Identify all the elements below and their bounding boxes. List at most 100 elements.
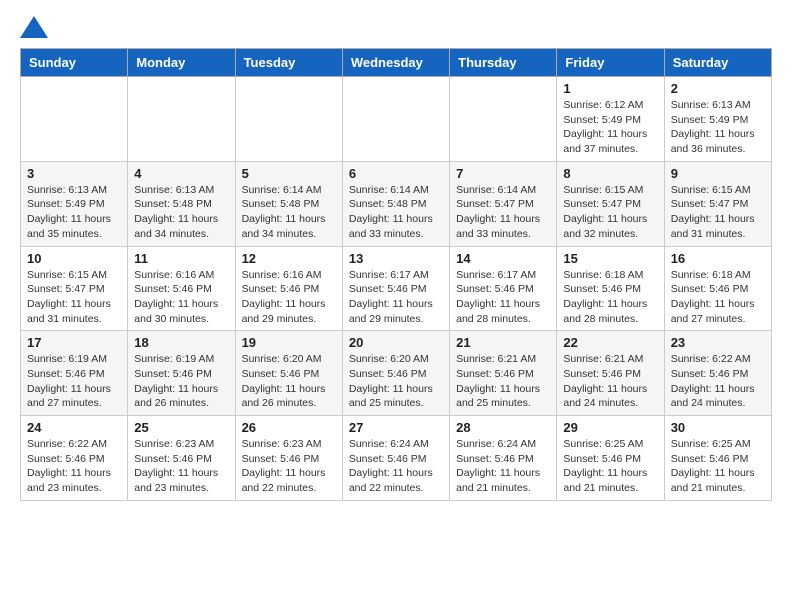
logo: [20, 16, 52, 38]
calendar-day-25: 25 Sunrise: 6:23 AM Sunset: 5:46 PM Dayli…: [128, 416, 235, 501]
calendar-day-24: 24 Sunrise: 6:22 AM Sunset: 5:46 PM Dayli…: [21, 416, 128, 501]
day-number: 1: [563, 81, 657, 96]
calendar-day-16: 16Sunrise: 6:18 AM Sunset: 5:46 PM Dayli…: [664, 246, 771, 331]
calendar-header-row: SundayMondayTuesdayWednesdayThursdayFrid…: [21, 49, 772, 77]
calendar-day-1: 1 Sunrise: 6:12 AM Sunset: 5:49 PM Daylig…: [557, 77, 664, 162]
calendar-day-30: 30 Sunrise: 6:25 AM Sunset: 5:46 PM Dayli…: [664, 416, 771, 501]
calendar-day-19: 19 Sunrise: 6:20 AM Sunset: 5:46 PM Dayli…: [235, 331, 342, 416]
day-number: 30: [671, 420, 765, 435]
day-info: Sunrise: 6:15 AM Sunset: 5:47 PM Dayligh…: [563, 183, 657, 242]
calendar-day-26: 26 Sunrise: 6:23 AM Sunset: 5:46 PM Dayli…: [235, 416, 342, 501]
day-number: 14: [456, 251, 550, 266]
day-number: 3: [27, 166, 121, 181]
day-number: 13: [349, 251, 443, 266]
day-info: Sunrise: 6:15 AM Sunset: 5:47 PM Dayligh…: [27, 268, 121, 327]
day-number: 27: [349, 420, 443, 435]
day-number: 25: [134, 420, 228, 435]
calendar-day-5: 5Sunrise: 6:14 AM Sunset: 5:48 PM Daylig…: [235, 161, 342, 246]
day-number: 18: [134, 335, 228, 350]
day-number: 6: [349, 166, 443, 181]
calendar-empty: [128, 77, 235, 162]
day-number: 7: [456, 166, 550, 181]
calendar-day-27: 27 Sunrise: 6:24 AM Sunset: 5:46 PM Dayli…: [342, 416, 449, 501]
day-info: Sunrise: 6:18 AM Sunset: 5:46 PM Dayligh…: [563, 268, 657, 327]
day-number: 15: [563, 251, 657, 266]
calendar-header-thursday: Thursday: [450, 49, 557, 77]
calendar: SundayMondayTuesdayWednesdayThursdayFrid…: [20, 48, 772, 501]
calendar-day-14: 14 Sunrise: 6:17 AM Sunset: 5:46 PM Dayli…: [450, 246, 557, 331]
calendar-week-5: 24 Sunrise: 6:22 AM Sunset: 5:46 PM Dayli…: [21, 416, 772, 501]
calendar-day-3: 3 Sunrise: 6:13 AM Sunset: 5:49 PM Daylig…: [21, 161, 128, 246]
day-number: 20: [349, 335, 443, 350]
day-number: 19: [242, 335, 336, 350]
calendar-empty: [21, 77, 128, 162]
calendar-day-13: 13 Sunrise: 6:17 AM Sunset: 5:46 PM Dayli…: [342, 246, 449, 331]
calendar-day-12: 12 Sunrise: 6:16 AM Sunset: 5:46 PM Dayli…: [235, 246, 342, 331]
calendar-week-2: 3 Sunrise: 6:13 AM Sunset: 5:49 PM Daylig…: [21, 161, 772, 246]
calendar-empty: [235, 77, 342, 162]
day-info: Sunrise: 6:24 AM Sunset: 5:46 PM Dayligh…: [349, 437, 443, 496]
day-info: Sunrise: 6:21 AM Sunset: 5:46 PM Dayligh…: [563, 352, 657, 411]
day-info: Sunrise: 6:23 AM Sunset: 5:46 PM Dayligh…: [242, 437, 336, 496]
day-number: 10: [27, 251, 121, 266]
calendar-week-4: 17 Sunrise: 6:19 AM Sunset: 5:46 PM Dayli…: [21, 331, 772, 416]
day-info: Sunrise: 6:15 AM Sunset: 5:47 PM Dayligh…: [671, 183, 765, 242]
calendar-empty: [342, 77, 449, 162]
day-info: Sunrise: 6:13 AM Sunset: 5:48 PM Dayligh…: [134, 183, 228, 242]
calendar-header-tuesday: Tuesday: [235, 49, 342, 77]
day-info: Sunrise: 6:25 AM Sunset: 5:46 PM Dayligh…: [671, 437, 765, 496]
day-info: Sunrise: 6:23 AM Sunset: 5:46 PM Dayligh…: [134, 437, 228, 496]
day-info: Sunrise: 6:25 AM Sunset: 5:46 PM Dayligh…: [563, 437, 657, 496]
calendar-day-10: 10 Sunrise: 6:15 AM Sunset: 5:47 PM Dayli…: [21, 246, 128, 331]
day-info: Sunrise: 6:19 AM Sunset: 5:46 PM Dayligh…: [134, 352, 228, 411]
day-number: 17: [27, 335, 121, 350]
calendar-day-21: 21 Sunrise: 6:21 AM Sunset: 5:46 PM Dayli…: [450, 331, 557, 416]
day-number: 16: [671, 251, 765, 266]
calendar-body: 1 Sunrise: 6:12 AM Sunset: 5:49 PM Daylig…: [21, 77, 772, 501]
day-info: Sunrise: 6:22 AM Sunset: 5:46 PM Dayligh…: [671, 352, 765, 411]
day-info: Sunrise: 6:13 AM Sunset: 5:49 PM Dayligh…: [671, 98, 765, 157]
day-info: Sunrise: 6:14 AM Sunset: 5:48 PM Dayligh…: [349, 183, 443, 242]
calendar-week-1: 1 Sunrise: 6:12 AM Sunset: 5:49 PM Daylig…: [21, 77, 772, 162]
day-info: Sunrise: 6:21 AM Sunset: 5:46 PM Dayligh…: [456, 352, 550, 411]
day-info: Sunrise: 6:14 AM Sunset: 5:47 PM Dayligh…: [456, 183, 550, 242]
day-number: 5: [242, 166, 336, 181]
day-info: Sunrise: 6:17 AM Sunset: 5:46 PM Dayligh…: [456, 268, 550, 327]
calendar-header-wednesday: Wednesday: [342, 49, 449, 77]
day-number: 22: [563, 335, 657, 350]
day-info: Sunrise: 6:19 AM Sunset: 5:46 PM Dayligh…: [27, 352, 121, 411]
day-number: 9: [671, 166, 765, 181]
calendar-header-sunday: Sunday: [21, 49, 128, 77]
calendar-day-20: 20Sunrise: 6:20 AM Sunset: 5:46 PM Dayli…: [342, 331, 449, 416]
calendar-day-7: 7 Sunrise: 6:14 AM Sunset: 5:47 PM Daylig…: [450, 161, 557, 246]
header: [20, 16, 772, 38]
calendar-day-17: 17 Sunrise: 6:19 AM Sunset: 5:46 PM Dayli…: [21, 331, 128, 416]
calendar-header-monday: Monday: [128, 49, 235, 77]
day-number: 12: [242, 251, 336, 266]
day-number: 21: [456, 335, 550, 350]
calendar-day-2: 2Sunrise: 6:13 AM Sunset: 5:49 PM Daylig…: [664, 77, 771, 162]
day-number: 23: [671, 335, 765, 350]
day-info: Sunrise: 6:17 AM Sunset: 5:46 PM Dayligh…: [349, 268, 443, 327]
day-number: 28: [456, 420, 550, 435]
calendar-day-8: 8 Sunrise: 6:15 AM Sunset: 5:47 PM Daylig…: [557, 161, 664, 246]
day-number: 8: [563, 166, 657, 181]
day-info: Sunrise: 6:24 AM Sunset: 5:46 PM Dayligh…: [456, 437, 550, 496]
day-info: Sunrise: 6:22 AM Sunset: 5:46 PM Dayligh…: [27, 437, 121, 496]
day-number: 11: [134, 251, 228, 266]
day-info: Sunrise: 6:20 AM Sunset: 5:46 PM Dayligh…: [242, 352, 336, 411]
day-info: Sunrise: 6:16 AM Sunset: 5:46 PM Dayligh…: [134, 268, 228, 327]
day-info: Sunrise: 6:16 AM Sunset: 5:46 PM Dayligh…: [242, 268, 336, 327]
day-number: 26: [242, 420, 336, 435]
calendar-day-28: 28 Sunrise: 6:24 AM Sunset: 5:46 PM Dayli…: [450, 416, 557, 501]
calendar-header-saturday: Saturday: [664, 49, 771, 77]
calendar-day-18: 18 Sunrise: 6:19 AM Sunset: 5:46 PM Dayli…: [128, 331, 235, 416]
logo-icon: [20, 16, 48, 38]
calendar-day-15: 15 Sunrise: 6:18 AM Sunset: 5:46 PM Dayli…: [557, 246, 664, 331]
day-number: 24: [27, 420, 121, 435]
calendar-header-friday: Friday: [557, 49, 664, 77]
day-info: Sunrise: 6:13 AM Sunset: 5:49 PM Dayligh…: [27, 183, 121, 242]
calendar-day-23: 23 Sunrise: 6:22 AM Sunset: 5:46 PM Dayli…: [664, 331, 771, 416]
calendar-day-9: 9 Sunrise: 6:15 AM Sunset: 5:47 PM Daylig…: [664, 161, 771, 246]
day-info: Sunrise: 6:12 AM Sunset: 5:49 PM Dayligh…: [563, 98, 657, 157]
